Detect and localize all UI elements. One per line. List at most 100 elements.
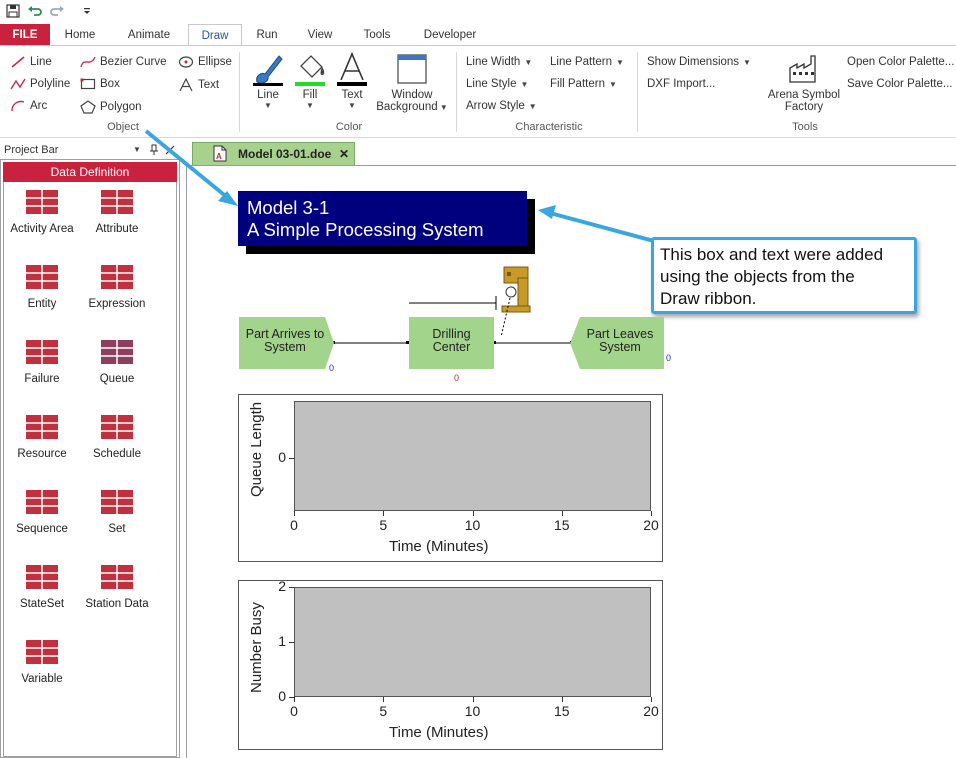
module-failure[interactable]: Failure <box>2 340 82 385</box>
x-tick-mark <box>561 697 563 702</box>
tab-file[interactable]: FILE <box>0 24 50 46</box>
tab-developer[interactable]: Developer <box>408 24 492 46</box>
line-style-caret-icon: ▼ <box>520 79 529 89</box>
box-button[interactable]: Box <box>80 78 120 90</box>
window-background-button[interactable]: Window Background ▼ <box>372 52 452 113</box>
window-background-caret-icon: ▼ <box>437 103 448 112</box>
arrow-head-icon <box>538 205 556 219</box>
module-label: Set <box>108 523 126 535</box>
show-dimensions-button[interactable]: Show Dimensions ▼ <box>647 56 751 68</box>
x-tick-label: 10 <box>464 703 481 719</box>
arena-symbol-factory-button[interactable]: Arena Symbol Factory <box>762 52 846 113</box>
spreadsheet-module-icon <box>101 340 133 364</box>
text-a-icon <box>179 78 193 92</box>
module-entity[interactable]: Entity <box>2 265 82 310</box>
x-axis-title: Time (Minutes) <box>389 538 489 555</box>
arc-label: Arc <box>30 100 48 112</box>
module-label: Resource <box>17 448 67 460</box>
line-pattern-button[interactable]: Line Pattern ▼ <box>550 56 624 68</box>
line-color-label: Line <box>257 89 279 101</box>
module-label: Schedule <box>93 448 141 460</box>
line-color-button[interactable]: Line ▼ <box>248 52 288 110</box>
tab-animate[interactable]: Animate <box>112 24 186 46</box>
dxf-import-label: DXF Import... <box>647 78 716 90</box>
text-color-button[interactable]: Text ▼ <box>332 51 372 110</box>
x-tick-label: 10 <box>464 517 481 533</box>
arrow-style-label: Arrow Style <box>466 100 525 112</box>
ribbon-separator <box>239 52 240 132</box>
module-set[interactable]: Set <box>77 490 157 535</box>
fill-pattern-caret-icon: ▼ <box>608 79 617 89</box>
queue-length-plot[interactable]: Queue Length Time (Minutes) 0 5 10 15 20 0 <box>238 394 663 562</box>
module-label: Queue <box>99 373 135 385</box>
undo-icon[interactable] <box>27 3 43 19</box>
arrow-style-button[interactable]: Arrow Style ▼ <box>466 100 537 112</box>
customize-toolbar-icon[interactable] <box>82 3 92 19</box>
y-tick-mark <box>289 697 294 698</box>
text-tool-button[interactable]: Text <box>178 78 219 92</box>
redo-icon[interactable] <box>49 3 65 19</box>
line-button[interactable]: Line <box>10 56 52 68</box>
line-width-button[interactable]: Line Width ▼ <box>466 56 532 68</box>
polygon-button[interactable]: Polygon <box>80 100 142 114</box>
save-color-palette-button[interactable]: Save Color Palette... <box>847 78 952 90</box>
tab-home[interactable]: Home <box>52 24 108 46</box>
bezier-curve-button[interactable]: Bezier Curve <box>80 56 166 68</box>
x-tick-mark <box>651 511 652 516</box>
module-label: Entity <box>27 298 57 310</box>
window-background-label-1: Window <box>391 89 433 101</box>
tab-tools[interactable]: Tools <box>352 24 402 46</box>
tab-view[interactable]: View <box>294 24 346 46</box>
x-tick-label: 5 <box>379 517 388 533</box>
line-width-label: Line Width <box>466 56 521 68</box>
line-button-label: Line <box>30 56 52 68</box>
text-tool-label: Text <box>198 79 220 91</box>
x-tick-mark <box>472 697 474 702</box>
module-sequence[interactable]: Sequence <box>2 490 82 535</box>
ribbon-separator <box>456 52 457 132</box>
paint-bucket-icon <box>295 55 325 86</box>
x-tick-label: 5 <box>379 703 388 719</box>
plot-area <box>294 401 651 511</box>
fill-pattern-button[interactable]: Fill Pattern ▼ <box>550 78 617 90</box>
spreadsheet-module-icon <box>101 265 133 289</box>
save-icon[interactable] <box>5 3 21 19</box>
fill-color-caret-icon: ▼ <box>306 101 314 110</box>
spreadsheet-module-icon <box>26 565 58 589</box>
dispose-module-counter: 0 <box>666 353 672 363</box>
y-axis-title: Queue Length <box>248 401 265 497</box>
module-variable[interactable]: Variable <box>2 640 82 685</box>
callout-text-line-1: This box and text were added <box>660 245 884 264</box>
create-module-part-arrives[interactable]: Part Arrives to System <box>239 328 331 354</box>
polyline-button[interactable]: Polyline <box>10 78 70 90</box>
spreadsheet-module-icon <box>101 415 133 439</box>
spreadsheet-module-icon <box>101 565 133 589</box>
module-stateset[interactable]: StateSet <box>2 565 82 610</box>
process-module-counter: 0 <box>454 373 460 383</box>
show-dimensions-caret-icon: ▼ <box>743 57 751 67</box>
fill-color-button[interactable]: Fill ▼ <box>290 52 330 110</box>
x-tick-mark <box>294 511 295 516</box>
number-busy-plot[interactable]: Number Busy Time (Minutes) 0 5 10 15 20 0 1 2 <box>238 578 663 750</box>
ellipse-button[interactable]: Ellipse <box>178 56 232 68</box>
tab-draw[interactable]: Draw <box>188 24 242 46</box>
process-module-drilling-center[interactable]: Drilling Center <box>409 317 494 369</box>
line-style-button[interactable]: Line Style ▼ <box>466 78 528 90</box>
spreadsheet-module-icon <box>26 640 58 664</box>
x-tick-label: 20 <box>643 703 659 719</box>
module-queue[interactable]: Queue <box>77 340 157 385</box>
open-color-palette-button[interactable]: Open Color Palette... <box>847 56 954 68</box>
module-activity-area[interactable]: Activity Area <box>2 190 82 235</box>
tools-group-label: Tools <box>792 121 818 133</box>
arc-button[interactable]: Arc <box>10 100 47 112</box>
module-schedule[interactable]: Schedule <box>77 415 157 460</box>
dxf-import-button[interactable]: DXF Import... <box>647 78 715 90</box>
module-resource[interactable]: Resource <box>2 415 82 460</box>
line-pattern-label: Line Pattern <box>550 56 613 68</box>
save-color-palette-label: Save Color Palette... <box>847 78 953 90</box>
dispose-module-part-leaves[interactable]: Part Leaves System <box>578 328 662 354</box>
module-station-data[interactable]: Station Data <box>77 565 157 610</box>
dispose-module-label-2: System <box>599 340 641 354</box>
tab-run[interactable]: Run <box>246 24 288 46</box>
x-tick-label: 15 <box>553 703 570 719</box>
